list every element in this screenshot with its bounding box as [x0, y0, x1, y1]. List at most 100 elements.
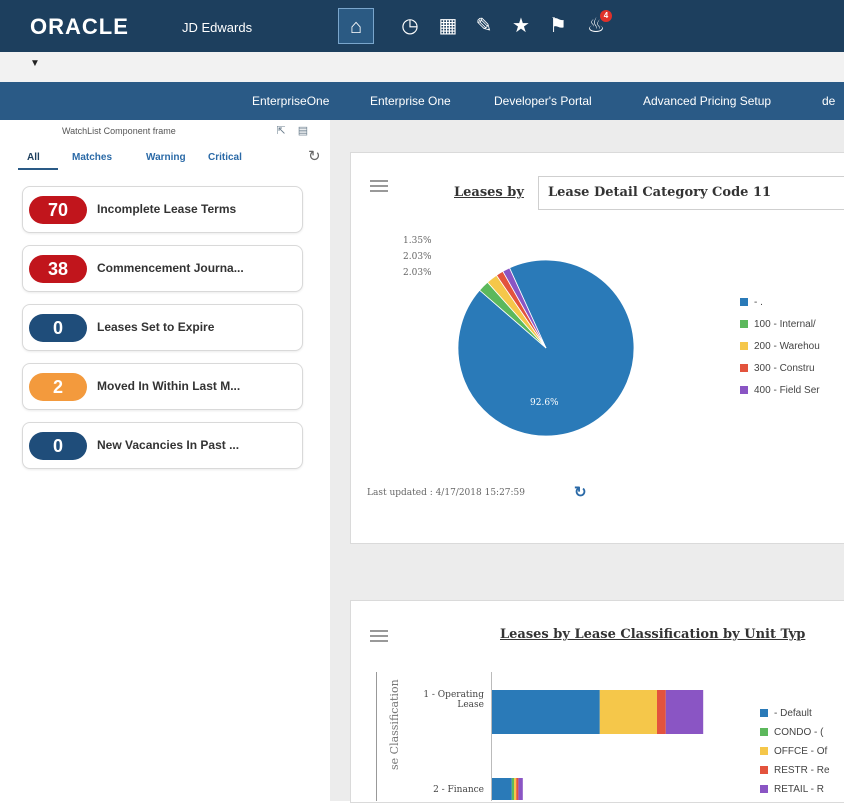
- bar-segment[interactable]: [514, 778, 517, 800]
- favorites-icon[interactable]: ★: [503, 8, 539, 44]
- bar-segment[interactable]: [599, 690, 657, 734]
- settings-icon[interactable]: ▤: [296, 125, 310, 137]
- legend-swatch: [740, 386, 748, 395]
- edit-icon[interactable]: ✎: [466, 8, 502, 44]
- panel-menu-icon[interactable]: [370, 180, 388, 192]
- watchlist-card-moved-in[interactable]: 2 Moved In Within Last M...: [22, 363, 303, 410]
- bar-segment[interactable]: [492, 778, 512, 800]
- notifications-icon[interactable]: ♨ 4: [578, 8, 614, 44]
- legend-swatch: [760, 709, 768, 718]
- legend-label: OFFCE - Of: [774, 746, 828, 757]
- recent-icon[interactable]: ◷: [392, 8, 428, 44]
- legend-item[interactable]: RETAIL - R: [760, 784, 824, 795]
- flag-icon[interactable]: ⚑: [540, 8, 576, 44]
- select-value: Lease Detail Category Code 11: [548, 185, 772, 200]
- count-badge: 0: [29, 432, 87, 460]
- legend-swatch: [760, 785, 768, 794]
- card-label: Leases Set to Expire: [97, 320, 215, 334]
- legend-item[interactable]: 400 - Field Ser: [740, 385, 820, 396]
- legend-swatch: [740, 364, 748, 373]
- notification-count-badge: 4: [600, 10, 612, 22]
- legend-label: 100 - Internal/: [754, 319, 816, 330]
- bar-segment[interactable]: [665, 690, 704, 734]
- card-label: New Vacancies In Past ...: [97, 438, 240, 452]
- pie-label: 2.03%: [403, 268, 432, 278]
- home-icon[interactable]: ⌂: [338, 8, 374, 44]
- y-axis-line: [376, 672, 377, 801]
- watchlist-frame-title: WatchList Component frame: [62, 126, 176, 136]
- bar-segment[interactable]: [518, 778, 523, 800]
- legend-item[interactable]: 100 - Internal/: [740, 319, 816, 330]
- card-label: Moved In Within Last M...: [97, 379, 241, 393]
- bar-segment[interactable]: [657, 690, 666, 734]
- menu-item-enterprise-one[interactable]: Enterprise One: [370, 94, 451, 108]
- legend-label: - Default: [774, 708, 812, 719]
- tab-critical[interactable]: Critical: [208, 152, 242, 163]
- legend-item[interactable]: 300 - Constru: [740, 363, 815, 374]
- legend-item[interactable]: RESTR - Re: [760, 765, 830, 776]
- watchlist-card-incomplete-lease-terms[interactable]: 70 Incomplete Lease Terms: [22, 186, 303, 233]
- panel-menu-icon[interactable]: [370, 630, 388, 642]
- refresh-icon[interactable]: ↻: [308, 147, 321, 165]
- tab-all[interactable]: All: [27, 152, 40, 163]
- legend-label: - .: [754, 297, 763, 308]
- legend-swatch: [760, 728, 768, 737]
- watchlist-card-new-vacancies[interactable]: 0 New Vacancies In Past ...: [22, 422, 303, 469]
- y-label-finance: 2 - Finance: [433, 785, 484, 795]
- bar-segment[interactable]: [516, 778, 519, 800]
- menu-item-developers-portal[interactable]: Developer's Portal: [494, 94, 592, 108]
- product-name: JD Edwards: [182, 20, 253, 35]
- legend-item[interactable]: CONDO - (: [760, 727, 823, 738]
- legend-label: RETAIL - R: [774, 784, 825, 795]
- y-axis-title: se Classification: [388, 679, 401, 770]
- expand-icon[interactable]: ⇱: [274, 125, 288, 137]
- legend-swatch: [760, 747, 768, 756]
- legend-label: 400 - Field Ser: [754, 385, 820, 396]
- bar-chart-title: Leases by Lease Classification by Unit T…: [500, 627, 806, 642]
- tab-matches[interactable]: Matches: [72, 152, 112, 163]
- legend-item[interactable]: 200 - Warehou: [740, 341, 820, 352]
- legend-item[interactable]: OFFCE - Of: [760, 746, 827, 757]
- pie-label: 2.03%: [403, 252, 432, 262]
- legend-swatch: [740, 320, 748, 329]
- breadcrumb-bar: ▼: [0, 52, 844, 83]
- refresh-icon[interactable]: ↻: [574, 483, 587, 501]
- legend-item[interactable]: - Default: [760, 708, 812, 719]
- count-badge: 2: [29, 373, 87, 401]
- legend-swatch: [740, 298, 748, 307]
- pie-label: 1.35%: [403, 236, 432, 246]
- count-badge: 70: [29, 196, 87, 224]
- bar-segment[interactable]: [511, 778, 514, 800]
- menu-item-enterpriseone[interactable]: EnterpriseOne: [252, 94, 329, 108]
- count-badge: 38: [29, 255, 87, 283]
- last-updated: Last updated : 4/17/2018 15:27:59: [367, 488, 526, 498]
- legend-label: 200 - Warehou: [754, 341, 820, 352]
- pie-title-prefix: Leases by: [454, 185, 524, 200]
- top-header: ORACLE JD Edwards ⌂ ◷ ▦ ✎ ★ ⚑ ♨ 4: [0, 0, 844, 52]
- watchlist-card-leases-set-to-expire[interactable]: 0 Leases Set to Expire: [22, 304, 303, 351]
- watchlist-card-commencement-journal[interactable]: 38 Commencement Journa...: [22, 245, 303, 292]
- y-label-operating: 1 - Operating Lease: [423, 690, 484, 710]
- bar-segment[interactable]: [492, 690, 600, 734]
- bar-chart: [492, 690, 704, 800]
- count-badge: 0: [29, 314, 87, 342]
- menu-item-more[interactable]: de: [822, 94, 835, 108]
- active-tab-indicator: [18, 168, 58, 170]
- pie-label-main: 92.6%: [530, 398, 559, 408]
- pie-chart: [457, 259, 635, 437]
- menu-item-advanced-pricing[interactable]: Advanced Pricing Setup: [643, 94, 771, 108]
- legend-label: RESTR - Re: [774, 765, 830, 776]
- springboard-menu: EnterpriseOne Enterprise One Developer's…: [0, 82, 844, 120]
- tab-warning[interactable]: Warning: [146, 152, 186, 163]
- legend-swatch: [760, 766, 768, 775]
- legend-swatch: [740, 342, 748, 351]
- dashboard-icon[interactable]: ▦: [430, 8, 466, 44]
- category-code-select[interactable]: Lease Detail Category Code 11: [538, 176, 844, 210]
- caret-down-icon[interactable]: ▼: [30, 58, 40, 69]
- legend-label: CONDO - (: [774, 727, 824, 738]
- card-label: Incomplete Lease Terms: [97, 202, 237, 216]
- card-label: Commencement Journa...: [97, 261, 244, 275]
- oracle-logo: ORACLE: [30, 14, 129, 39]
- legend-label: 300 - Constru: [754, 363, 815, 374]
- legend-item[interactable]: - .: [740, 297, 763, 308]
